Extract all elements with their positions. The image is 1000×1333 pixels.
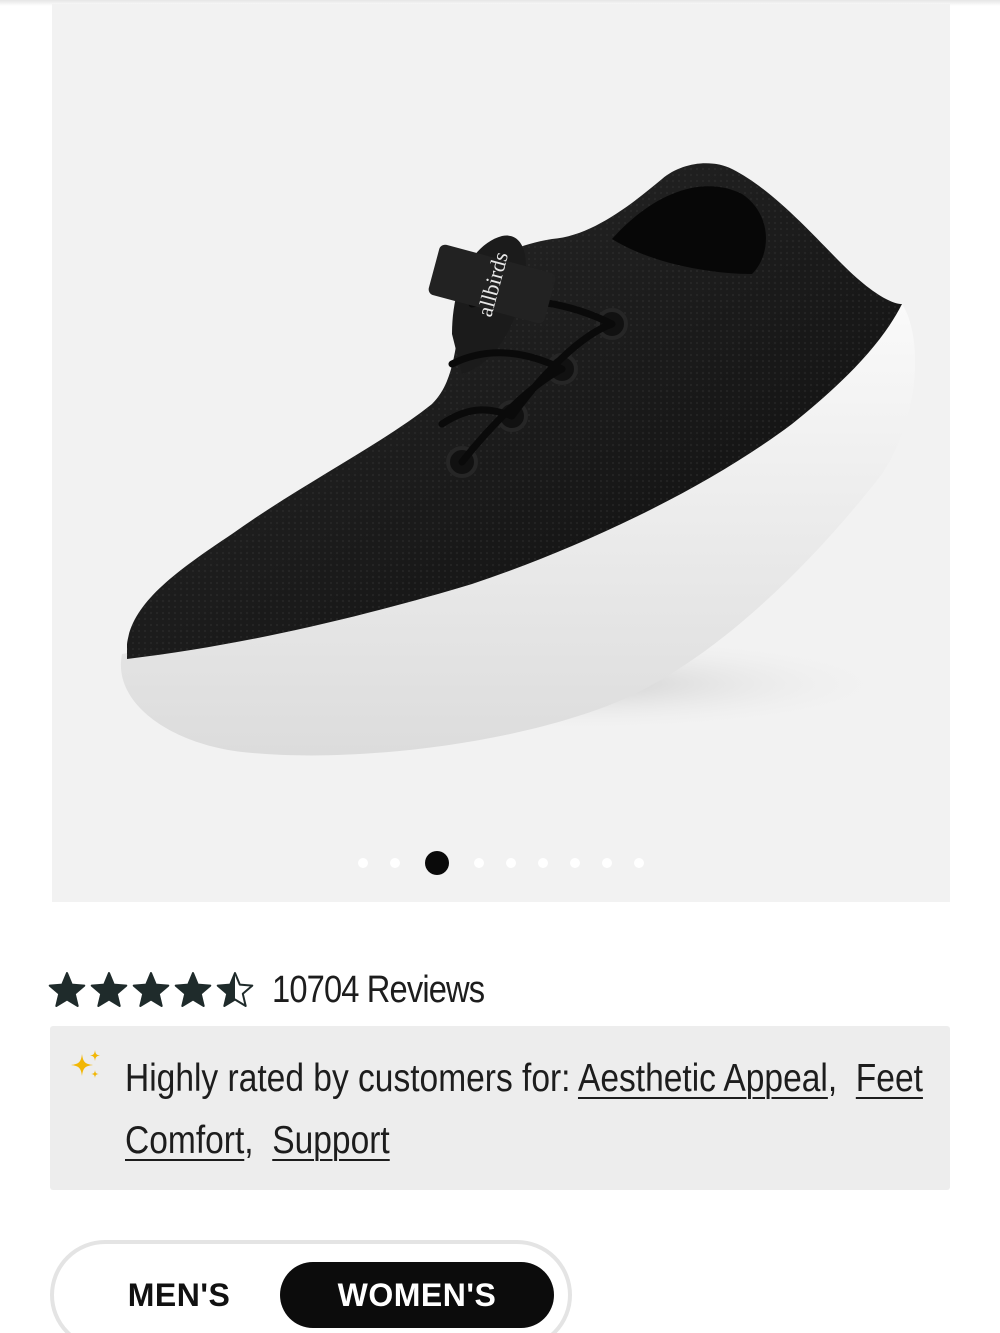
highlights-text: Highly rated by customers for: Aesthetic… [125,1048,925,1172]
carousel-dot[interactable] [570,858,580,868]
star-full-icon [132,972,170,1007]
sparkle-icon [71,1050,100,1078]
highlight-tag-aesthetic-appeal[interactable]: Aesthetic Appeal [578,1057,828,1100]
product-image-gallery[interactable]: allbirds [52,4,950,902]
carousel-dot[interactable] [358,858,368,868]
carousel-dot[interactable] [538,858,548,868]
gender-toggle: MEN'S WOMEN'S [50,1240,572,1333]
carousel-dot[interactable] [390,858,400,868]
rating-summary[interactable]: 10704 Reviews [48,962,519,1018]
separator: , [244,1119,273,1162]
highlights-intro: Highly rated by customers for: [125,1057,571,1100]
womens-toggle-button[interactable]: WOMEN'S [280,1262,554,1328]
review-highlights-banner: Highly rated by customers for: Aesthetic… [50,1026,950,1190]
star-full-icon [174,972,212,1007]
carousel-pagination [52,848,950,878]
carousel-dot[interactable] [602,858,612,868]
carousel-dot[interactable] [634,858,644,868]
carousel-dot-active[interactable] [425,851,449,875]
star-half-icon [216,972,254,1007]
review-count-link[interactable]: 10704 Reviews [272,969,485,1012]
separator: , [827,1057,856,1100]
carousel-dot[interactable] [474,858,484,868]
product-image[interactable]: allbirds [52,4,950,902]
star-full-icon [90,972,128,1007]
star-rating [48,971,258,1009]
star-full-icon [48,972,86,1007]
highlight-tag-support[interactable]: Support [272,1119,389,1162]
carousel-dot[interactable] [506,858,516,868]
mens-toggle-button[interactable]: MEN'S [84,1262,274,1328]
